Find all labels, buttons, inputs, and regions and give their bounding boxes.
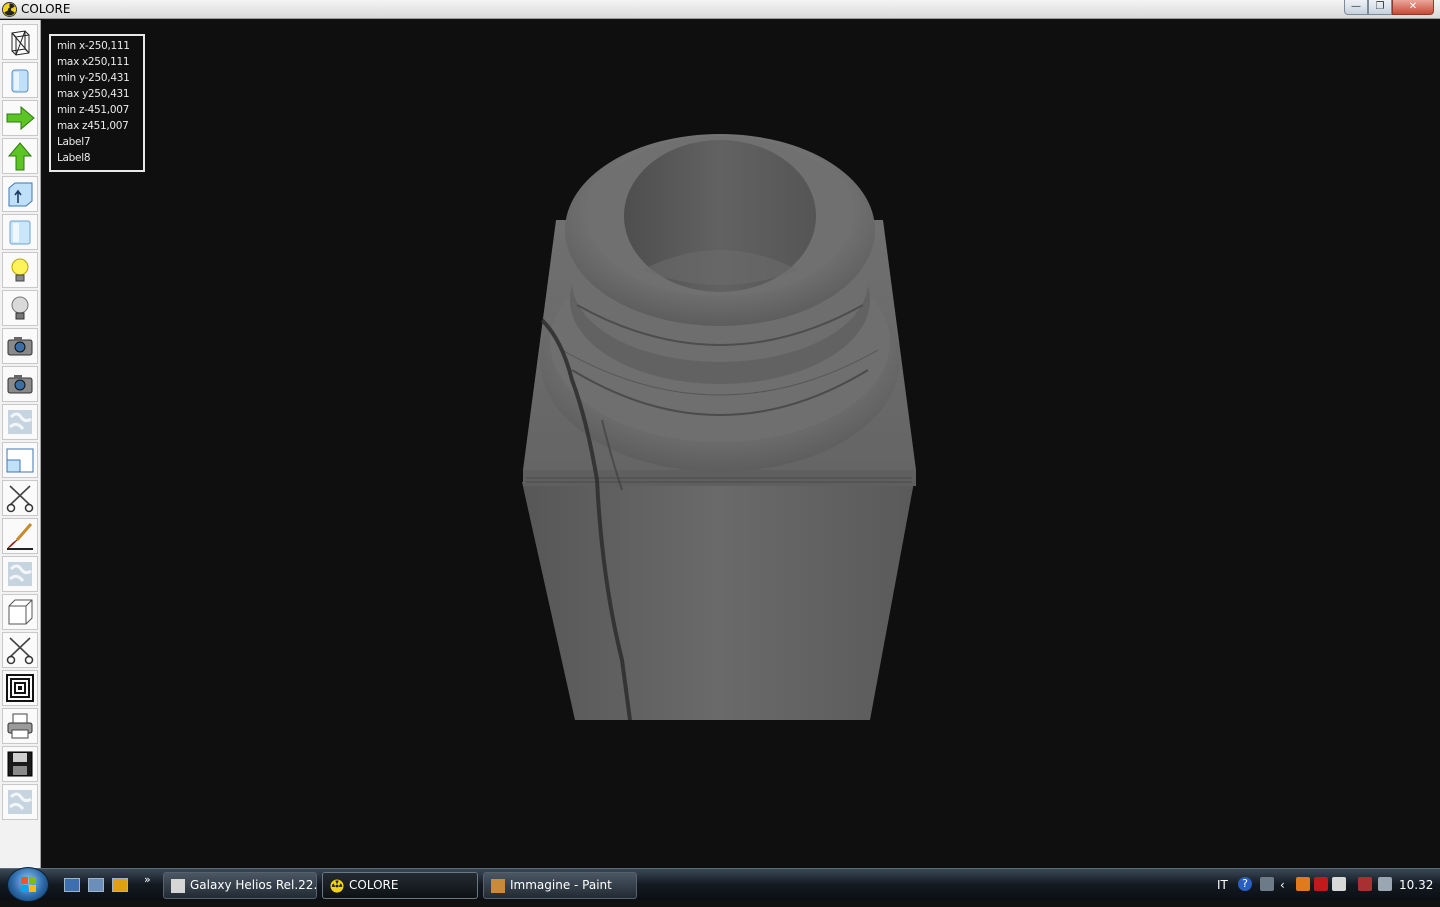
light-off-icon <box>11 296 29 320</box>
network-icon[interactable] <box>1260 877 1274 891</box>
split-view-icon <box>6 448 34 473</box>
tool-cube-button[interactable] <box>2 594 38 630</box>
security-icon[interactable] <box>1332 877 1346 891</box>
tool-light-on-button[interactable] <box>2 252 38 288</box>
show-desktop-icon[interactable] <box>64 878 80 892</box>
windows-logo-icon <box>21 877 36 892</box>
tool-texture-button[interactable] <box>2 404 38 440</box>
scissors-icon-2 <box>6 637 34 665</box>
tool-arrow-up-button[interactable] <box>2 138 38 174</box>
task-label: COLORE <box>349 878 399 892</box>
arrow-up-icon <box>7 142 33 171</box>
language-indicator[interactable]: IT <box>1217 878 1228 892</box>
solid-cylinder-icon <box>11 69 29 93</box>
texture-icon-3 <box>8 790 32 814</box>
switch-windows-icon[interactable] <box>88 878 104 892</box>
save-icon <box>7 751 33 777</box>
start-button[interactable] <box>7 867 49 902</box>
printer-icon <box>7 713 33 739</box>
camera-icon-2 <box>7 375 33 394</box>
camera-icon <box>7 337 33 356</box>
scissors-icon <box>6 485 34 513</box>
tool-texture-button-2[interactable] <box>2 556 38 592</box>
radiation-app-icon <box>2 2 17 17</box>
tool-brush-button[interactable] <box>2 518 38 554</box>
tool-solid-button[interactable] <box>2 62 38 98</box>
task-colore[interactable]: COLORE <box>322 872 478 899</box>
task-label: Immagine - Paint <box>510 878 612 892</box>
tool-split-view-button[interactable] <box>2 442 38 478</box>
box-up-icon <box>8 182 33 207</box>
paint-app-icon <box>491 879 505 893</box>
texture-icon <box>8 410 32 434</box>
tool-wireframe-button[interactable] <box>2 24 38 60</box>
window-title: COLORE <box>21 2 71 16</box>
help-icon[interactable]: ? <box>1238 877 1252 891</box>
taskbar: » Galaxy Helios Rel.22... COLORE Immagin… <box>0 867 1440 902</box>
tool-texture-button-3[interactable] <box>2 784 38 820</box>
cylinder-icon <box>9 220 31 245</box>
power-icon[interactable] <box>1358 877 1372 891</box>
concentric-squares-icon <box>6 674 34 702</box>
ati-icon[interactable] <box>1314 877 1328 891</box>
tool-concentric-button[interactable] <box>2 670 38 706</box>
tool-light-off-button[interactable] <box>2 290 38 326</box>
task-galaxy-helios[interactable]: Galaxy Helios Rel.22... <box>163 872 317 899</box>
tool-print-button[interactable] <box>2 708 38 744</box>
light-on-icon <box>11 258 29 282</box>
task-label: Galaxy Helios Rel.22... <box>190 878 317 892</box>
arrow-right-icon <box>6 105 35 131</box>
viewport-3d[interactable]: min x-250,111 max x250,111 min y-250,431… <box>42 20 1440 868</box>
texture-icon-2 <box>8 562 32 586</box>
left-toolbar <box>0 20 41 868</box>
media-player-icon[interactable] <box>112 878 128 892</box>
brush-icon <box>7 523 33 550</box>
tool-save-button[interactable] <box>2 746 38 782</box>
restore-button[interactable]: ❐ <box>1368 0 1392 15</box>
tray-expand-icon[interactable]: ‹ <box>1280 878 1285 892</box>
tool-camera-button[interactable] <box>2 328 38 364</box>
task-paint[interactable]: Immagine - Paint <box>483 872 637 899</box>
tool-cylinder-button[interactable] <box>2 214 38 250</box>
tool-scissors-button-2[interactable] <box>2 632 38 668</box>
radiation-app-icon <box>330 879 344 893</box>
tool-scissors-button[interactable] <box>2 480 38 516</box>
quick-launch-more[interactable]: » <box>144 873 151 886</box>
title-bar: COLORE — ❐ ✕ <box>0 0 1440 19</box>
tool-arrow-right-button[interactable] <box>2 100 38 136</box>
wireframe-box-icon <box>11 30 30 56</box>
tool-box-up-button[interactable] <box>2 176 38 212</box>
galaxy-app-icon <box>171 879 185 893</box>
close-button[interactable]: ✕ <box>1392 0 1434 15</box>
cube-icon <box>8 599 33 625</box>
minimize-button[interactable]: — <box>1344 0 1368 15</box>
tray-app-icon[interactable] <box>1296 877 1310 891</box>
column-base-model <box>522 134 916 721</box>
volume-icon[interactable] <box>1378 877 1392 891</box>
clock[interactable]: 10.32 <box>1399 878 1433 892</box>
tool-camera-button-2[interactable] <box>2 366 38 402</box>
